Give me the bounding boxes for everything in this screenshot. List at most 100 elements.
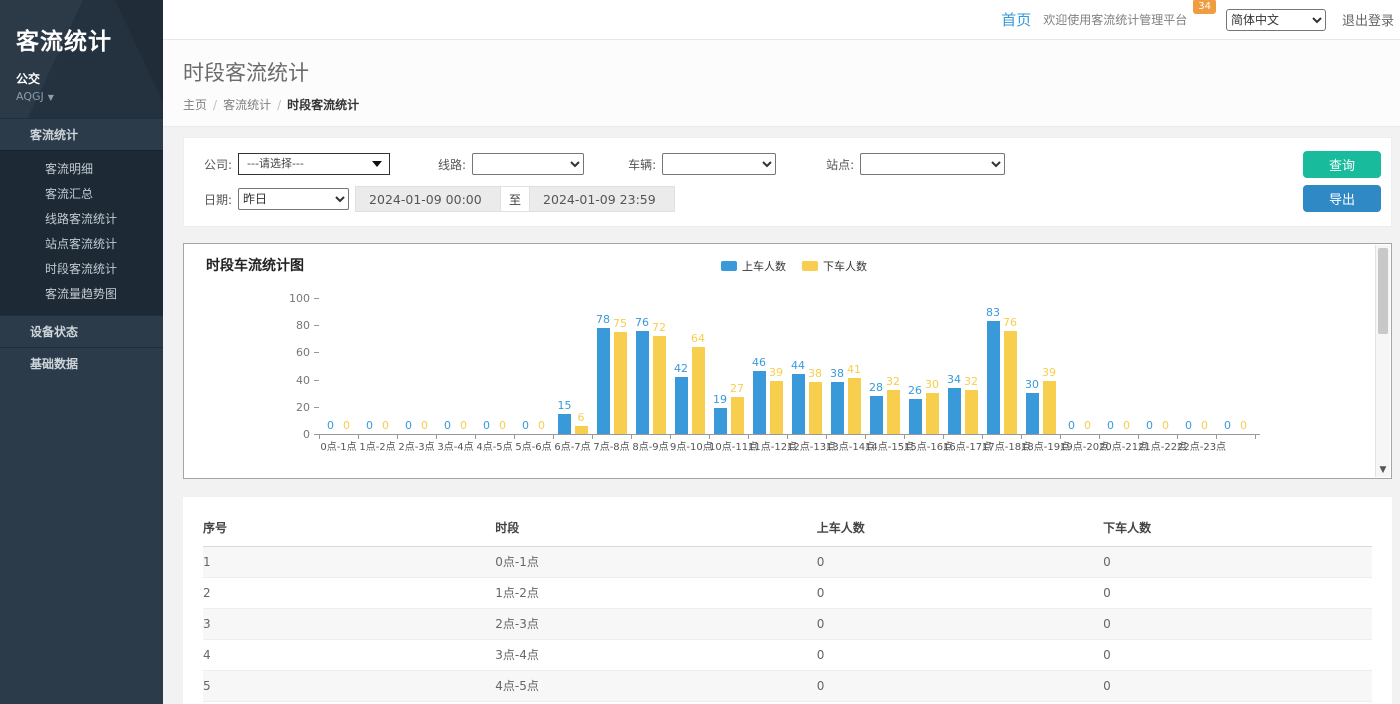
line-select[interactable] bbox=[472, 153, 584, 175]
filter-buttons: 查询 导出 bbox=[1303, 151, 1381, 212]
legend-swatch-icon bbox=[721, 261, 737, 271]
bar-column: 0 bbox=[1081, 419, 1094, 434]
x-axis-tick bbox=[865, 435, 866, 439]
search-button[interactable]: 查询 bbox=[1303, 151, 1381, 178]
bar bbox=[965, 390, 978, 434]
breadcrumb-home[interactable]: 主页 bbox=[183, 98, 207, 112]
x-axis-tick bbox=[592, 435, 593, 439]
bar-value-label: 83 bbox=[986, 306, 1000, 319]
bar-column: 83 bbox=[986, 306, 1000, 434]
chart-panel: 时段车流统计图 上车人数下车人数 020406080100 0000000000… bbox=[183, 243, 1392, 479]
home-link[interactable]: 首页 bbox=[1001, 9, 1031, 30]
x-axis-tick bbox=[397, 435, 398, 439]
x-axis-tick-label: 6点-7点 bbox=[553, 438, 592, 453]
y-axis-tick-label: 60 bbox=[276, 346, 310, 359]
company-select[interactable]: ---请选择--- bbox=[238, 153, 390, 175]
table-row: 43点-4点00 bbox=[203, 640, 1372, 671]
table-row: 10点-1点00 bbox=[203, 547, 1372, 578]
filter-row-1: 公司: ---请选择--- 线路: 车辆: 站点: bbox=[204, 151, 1371, 177]
bar bbox=[809, 382, 822, 434]
company-label: 公司: bbox=[204, 156, 232, 173]
bar-value-label: 30 bbox=[925, 378, 939, 391]
bar-value-label: 38 bbox=[830, 367, 844, 380]
export-button[interactable]: 导出 bbox=[1303, 185, 1381, 212]
org-code-dropdown[interactable]: AQGJ▼ bbox=[16, 90, 147, 103]
bar bbox=[948, 388, 961, 434]
sidebar-item-device-status[interactable]: 设备状态 bbox=[0, 315, 163, 347]
legend-item[interactable]: 上车人数 bbox=[721, 258, 786, 274]
scrollbar-thumb[interactable] bbox=[1378, 248, 1388, 334]
chart-scrollbar[interactable]: ▼ bbox=[1375, 245, 1390, 477]
sidebar-item-trend-chart[interactable]: 客流量趋势图 bbox=[0, 282, 163, 307]
date-preset-select[interactable]: 昨日 bbox=[238, 188, 349, 210]
x-axis-tick bbox=[982, 435, 983, 439]
table-cell: 0 bbox=[1103, 671, 1372, 702]
date-from-input[interactable]: 2024-01-09 00:00 bbox=[355, 186, 501, 212]
x-axis-tick bbox=[358, 435, 359, 439]
x-axis-tick bbox=[514, 435, 515, 439]
legend-item[interactable]: 下车人数 bbox=[802, 258, 867, 274]
breadcrumb-section[interactable]: 客流统计 bbox=[223, 98, 271, 112]
page-title: 时段客流统计 bbox=[183, 57, 1376, 87]
table-header-row: 序号 时段 上车人数 下车人数 bbox=[203, 511, 1372, 547]
header-index: 序号 bbox=[203, 511, 495, 547]
bar bbox=[848, 378, 861, 434]
scroll-down-arrow-icon[interactable]: ▼ bbox=[1376, 465, 1390, 475]
station-select[interactable] bbox=[860, 153, 1005, 175]
bar-column: 0 bbox=[1221, 419, 1234, 434]
bar-value-label: 6 bbox=[578, 411, 585, 424]
legend-label: 下车人数 bbox=[823, 258, 867, 274]
header-period: 时段 bbox=[495, 511, 816, 547]
sidebar-item-flow-detail[interactable]: 客流明细 bbox=[0, 157, 163, 182]
bar bbox=[987, 321, 1000, 434]
bar-column: 0 bbox=[1182, 419, 1195, 434]
bar-column: 0 bbox=[519, 419, 532, 434]
sidebar-item-line-stats[interactable]: 线路客流统计 bbox=[0, 207, 163, 232]
vehicle-select[interactable] bbox=[662, 153, 776, 175]
bar-column: 64 bbox=[691, 332, 705, 434]
chart-category-group: 00 bbox=[358, 282, 397, 434]
org-code-label: AQGJ bbox=[16, 90, 44, 103]
sidebar-item-flow-summary[interactable]: 客流汇总 bbox=[0, 182, 163, 207]
table-row: 21点-2点00 bbox=[203, 578, 1372, 609]
bar-value-label: 0 bbox=[1162, 419, 1169, 432]
logout-link[interactable]: 退出登录 bbox=[1342, 10, 1394, 29]
x-axis-tick-label: 0点-1点 bbox=[319, 438, 358, 453]
bar-value-label: 0 bbox=[1201, 419, 1208, 432]
x-axis-tick bbox=[1021, 435, 1022, 439]
date-to-input[interactable]: 2024-01-09 23:59 bbox=[529, 186, 675, 212]
chart-category-group: 00 bbox=[1060, 282, 1099, 434]
bar-value-label: 32 bbox=[886, 375, 900, 388]
chart-category-group: 3841 bbox=[826, 282, 865, 434]
bar-column: 39 bbox=[1042, 366, 1056, 434]
x-axis-tick bbox=[670, 435, 671, 439]
sidebar-item-station-stats[interactable]: 站点客流统计 bbox=[0, 232, 163, 257]
bar-value-label: 76 bbox=[635, 316, 649, 329]
sidebar-item-base-data[interactable]: 基础数据 bbox=[0, 347, 163, 379]
bar bbox=[1026, 393, 1039, 434]
bar-column: 0 bbox=[1143, 419, 1156, 434]
breadcrumb-separator: / bbox=[277, 98, 281, 112]
bar-column: 38 bbox=[808, 367, 822, 434]
bar-value-label: 0 bbox=[538, 419, 545, 432]
bar-column: 46 bbox=[752, 356, 766, 434]
x-axis-tick bbox=[1060, 435, 1061, 439]
language-select[interactable]: 简体中文 bbox=[1226, 9, 1326, 31]
sidebar-item-passenger-stats[interactable]: 客流统计 bbox=[0, 118, 163, 150]
chart-category-group: 2630 bbox=[904, 282, 943, 434]
table-cell: 4 bbox=[203, 640, 495, 671]
bar-column: 0 bbox=[457, 419, 470, 434]
bar bbox=[614, 332, 627, 434]
bar-value-label: 28 bbox=[869, 381, 883, 394]
y-axis-tick-label: 40 bbox=[276, 374, 310, 387]
sidebar-item-period-stats[interactable]: 时段客流统计 bbox=[0, 257, 163, 282]
x-axis-tick-label: 5点-6点 bbox=[514, 438, 553, 453]
date-label: 日期: bbox=[204, 191, 232, 208]
org-name: 公交 bbox=[16, 70, 147, 87]
bar-value-label: 72 bbox=[652, 321, 666, 334]
bar-column: 75 bbox=[613, 317, 627, 434]
x-axis-tick-label: 18点-19点 bbox=[1021, 438, 1060, 453]
header-boarding: 上车人数 bbox=[817, 511, 1103, 547]
table-cell: 0 bbox=[1103, 578, 1372, 609]
table-cell: 0 bbox=[1103, 640, 1372, 671]
